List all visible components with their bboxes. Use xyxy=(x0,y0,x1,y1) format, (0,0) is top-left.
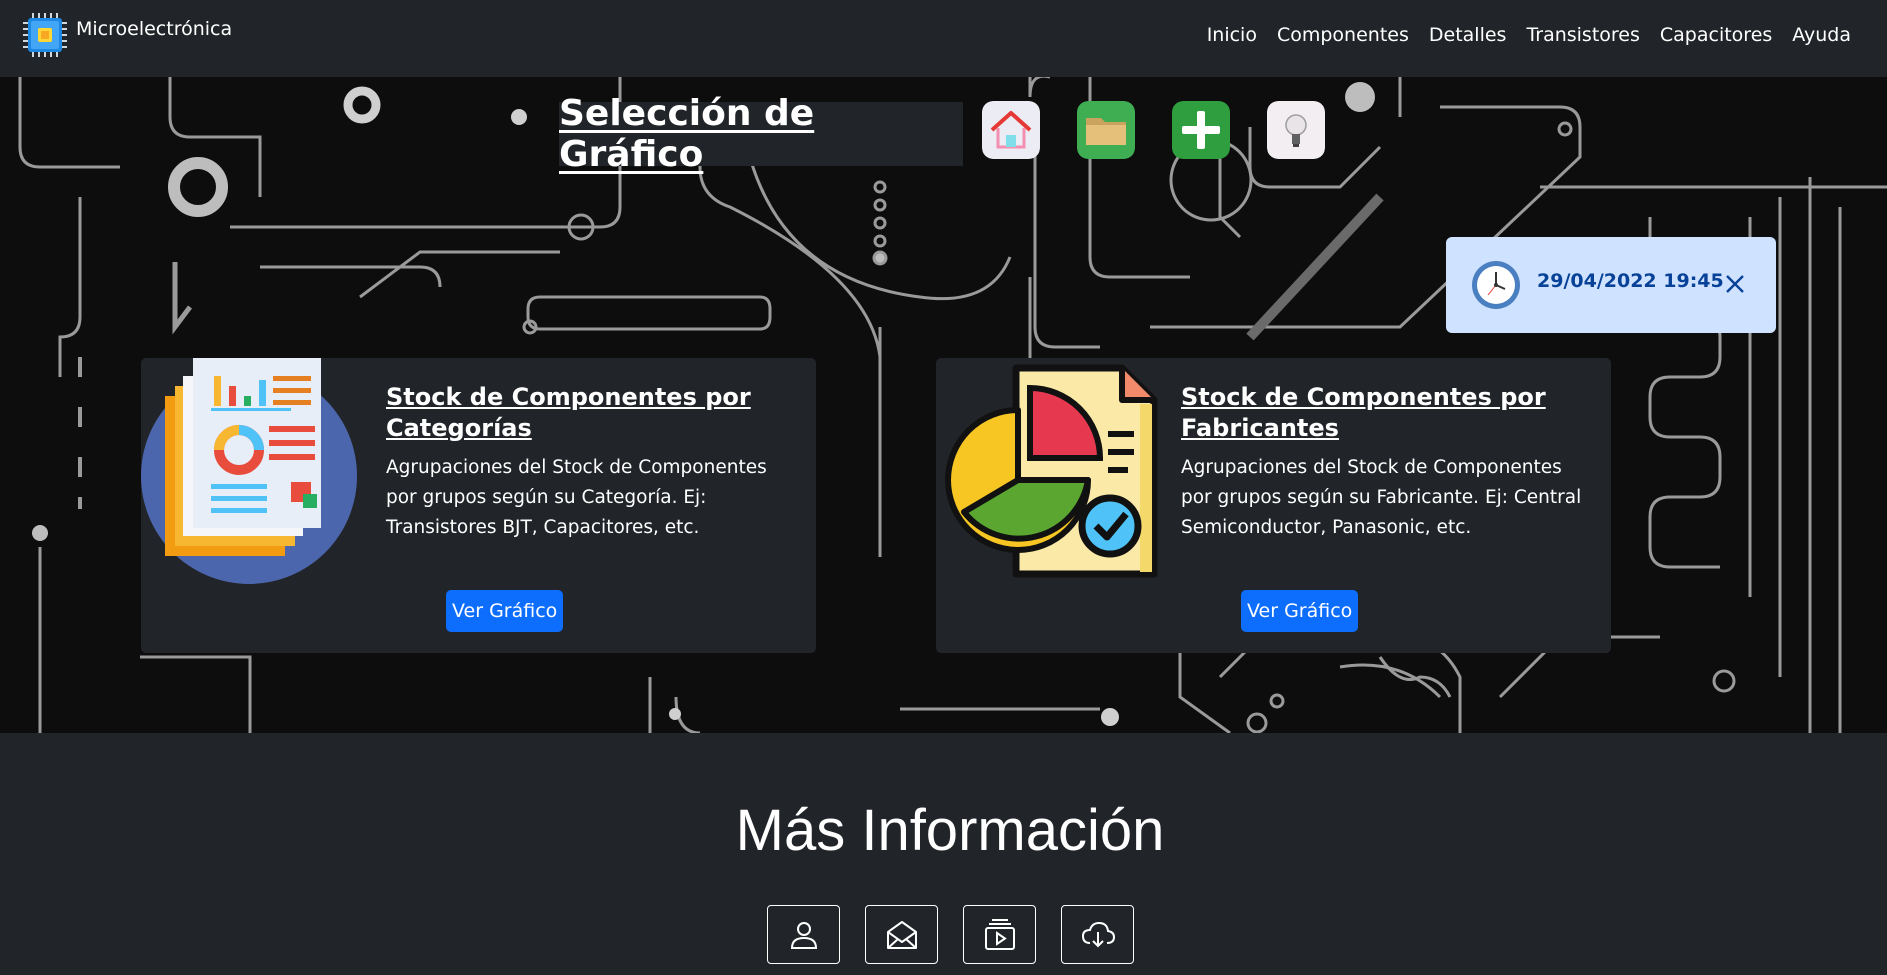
add-button[interactable] xyxy=(1172,101,1230,159)
media-button[interactable] xyxy=(963,905,1036,964)
nav-ayuda[interactable]: Ayuda xyxy=(1792,24,1851,46)
folder-button[interactable] xyxy=(1077,101,1135,159)
profile-button[interactable] xyxy=(767,905,840,964)
clock-icon xyxy=(1472,261,1520,309)
close-icon[interactable] xyxy=(1720,269,1750,299)
section-title: Más Información xyxy=(735,798,1165,863)
ver-grafico-button[interactable]: Ver Gráfico xyxy=(1241,590,1359,632)
cloud-download-icon xyxy=(1081,921,1115,947)
nav-inicio[interactable]: Inicio xyxy=(1207,24,1257,46)
brand-name: Microelectrónica xyxy=(76,18,233,40)
title-box: Selección de Gráfico xyxy=(559,93,963,175)
lightbulb-icon xyxy=(1267,101,1325,159)
pie-chart-document-icon xyxy=(945,364,1158,578)
card-title[interactable]: Stock de Componentes por Fabricantes xyxy=(1181,382,1591,444)
card-title[interactable]: Stock de Componentes por Categorías xyxy=(386,382,796,444)
nav-componentes[interactable]: Componentes xyxy=(1277,24,1409,46)
more-info-section: Más Información xyxy=(0,733,1887,975)
card-categorias: Stock de Componentes por Categorías Agru… xyxy=(141,358,816,653)
page-title: Selección de Gráfico xyxy=(559,93,815,175)
envelope-open-icon xyxy=(886,920,917,949)
nav-capacitores[interactable]: Capacitores xyxy=(1660,24,1772,46)
report-document-icon xyxy=(141,358,357,584)
nav-links: Inicio Componentes Detalles Transistores… xyxy=(1207,24,1851,46)
hero-section: Selección de Gráfico 29/04/2022 19:45 St… xyxy=(0,77,1887,733)
navbar: Microelectrónica Inicio Componentes Deta… xyxy=(0,0,1887,77)
home-button[interactable] xyxy=(982,101,1040,159)
nav-transistores[interactable]: Transistores xyxy=(1526,24,1639,46)
lightbulb-button[interactable] xyxy=(1267,101,1325,159)
contact-button[interactable] xyxy=(865,905,938,964)
folder-icon xyxy=(1077,101,1135,159)
add-icon xyxy=(1172,101,1230,159)
brand-link[interactable]: Microelectrónica xyxy=(22,12,232,58)
card-fabricantes: Stock de Componentes por Fabricantes Agr… xyxy=(936,358,1611,653)
toast-datetime: 29/04/2022 19:45 xyxy=(1537,270,1724,292)
chip-logo-icon xyxy=(23,13,67,57)
nav-detalles[interactable]: Detalles xyxy=(1429,24,1507,46)
ver-grafico-button[interactable]: Ver Gráfico xyxy=(446,590,564,632)
card-text: Agrupaciones del Stock de Componentes po… xyxy=(1181,457,1582,538)
datetime-toast: 29/04/2022 19:45 xyxy=(1446,237,1776,333)
person-icon xyxy=(790,921,817,949)
card-text: Agrupaciones del Stock de Componentes po… xyxy=(386,457,767,538)
media-play-icon xyxy=(984,918,1015,950)
home-icon xyxy=(982,101,1040,159)
download-button[interactable] xyxy=(1061,905,1134,964)
